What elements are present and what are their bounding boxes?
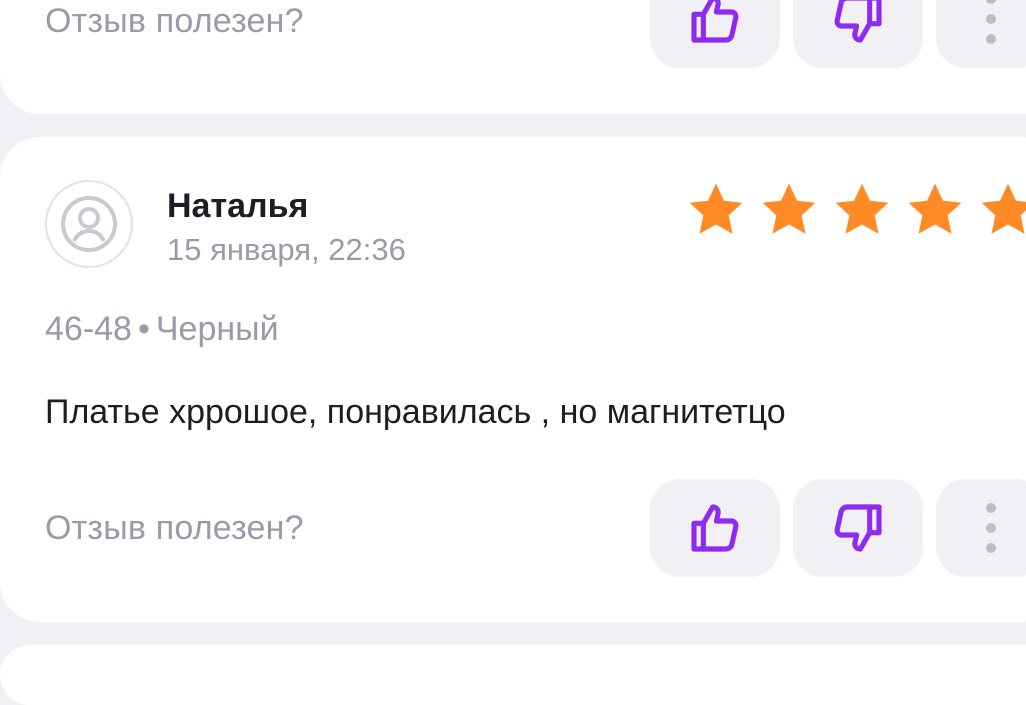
variant-separator: • [137, 310, 150, 348]
avatar [45, 180, 133, 268]
review-date: 15 января, 22:36 [167, 232, 406, 267]
like-button[interactable] [650, 0, 780, 68]
star-icon [981, 183, 1026, 234]
product-variant: 46-48 • Черный [45, 310, 279, 349]
review-author: Наталья [167, 187, 309, 225]
star-icon [689, 183, 743, 234]
dislike-button[interactable] [793, 479, 923, 577]
user-avatar-icon [61, 196, 117, 252]
review-card: Наталья 15 января, 22:36 46-48 • Черный Пл… [0, 137, 1026, 622]
more-button[interactable] [936, 479, 1026, 577]
star-icon [762, 183, 816, 234]
next-review-card [0, 645, 1026, 705]
thumbs-down-icon [834, 504, 882, 552]
star-icon [835, 183, 889, 234]
thumbs-up-icon [691, 504, 739, 552]
dislike-button[interactable] [793, 0, 923, 68]
previous-review-card: Отзыв полезен? [0, 0, 1026, 114]
more-vertical-icon [986, 0, 996, 44]
thumbs-up-icon [691, 0, 739, 43]
more-button[interactable] [936, 0, 1026, 68]
star-icon [908, 183, 962, 234]
helpful-question: Отзыв полезен? [45, 509, 304, 547]
variant-color: Черный [155, 310, 279, 348]
like-button[interactable] [650, 479, 780, 577]
helpful-question: Отзыв полезен? [45, 2, 304, 40]
thumbs-down-icon [834, 0, 882, 43]
rating-stars [685, 179, 1026, 241]
variant-size: 46-48 [45, 310, 132, 348]
review-text: Платье хррошое, понравилась , но магните… [45, 393, 786, 431]
more-vertical-icon [986, 503, 996, 553]
